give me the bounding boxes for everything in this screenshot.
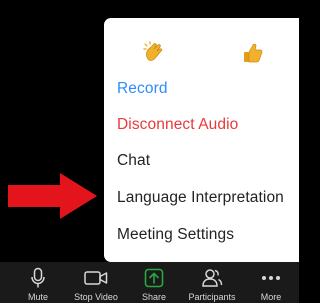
microphone-icon	[30, 267, 46, 289]
menu-item-meeting-settings[interactable]: Meeting Settings	[117, 225, 234, 245]
more-menu-popup: Record Disconnect Audio Chat Language In…	[104, 18, 299, 262]
clapping-hands-icon[interactable]	[142, 40, 168, 66]
menu-item-disconnect-audio[interactable]: Disconnect Audio	[117, 115, 238, 135]
share-button[interactable]: Share	[126, 262, 182, 303]
participants-icon	[201, 267, 223, 289]
more-button[interactable]: More	[243, 262, 299, 303]
share-label: Share	[141, 292, 167, 302]
reactions-row	[104, 18, 299, 86]
more-label: More	[260, 292, 282, 302]
menu-item-language-interpretation[interactable]: Language Interpretation	[117, 188, 284, 208]
menu-item-record[interactable]: Record	[117, 79, 168, 99]
thumbs-up-icon[interactable]	[240, 40, 266, 66]
mute-label: Mute	[27, 292, 48, 302]
stop-video-label: Stop Video	[74, 292, 118, 302]
share-screen-icon	[144, 267, 164, 289]
mute-button[interactable]: Mute	[10, 262, 66, 303]
participants-label: Participants	[188, 292, 236, 302]
red-pointer-arrow-icon	[8, 173, 97, 219]
video-camera-icon	[84, 267, 108, 289]
stop-video-button[interactable]: Stop Video	[68, 262, 124, 303]
participants-button[interactable]: Participants	[184, 262, 240, 303]
meeting-screen: Record Disconnect Audio Chat Language In…	[0, 0, 299, 303]
more-dots-icon	[261, 267, 281, 289]
meeting-toolbar: Mute Stop Video Share Participants More	[0, 262, 299, 303]
menu-item-chat[interactable]: Chat	[117, 151, 150, 171]
